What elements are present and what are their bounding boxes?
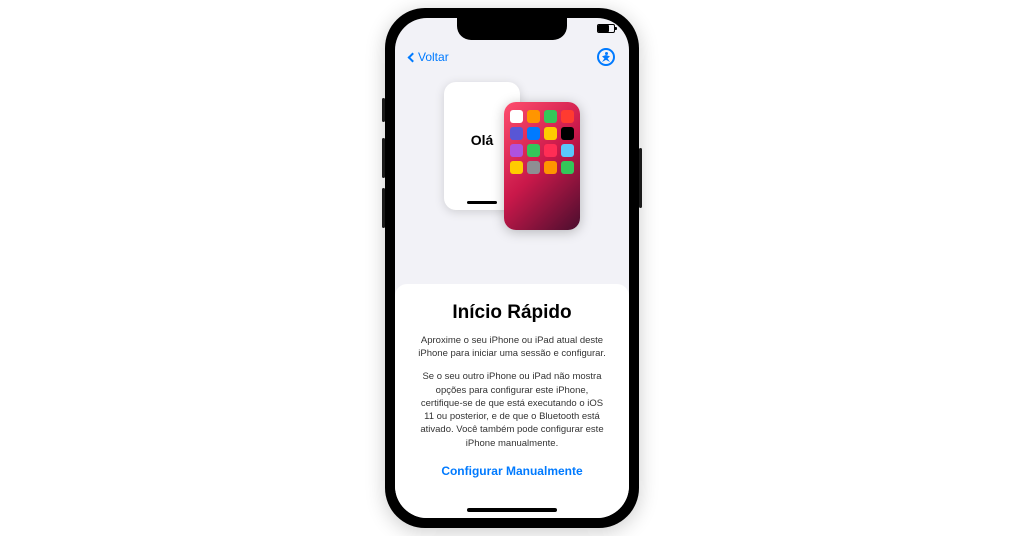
- app-icon: [510, 127, 523, 140]
- back-button[interactable]: Voltar: [409, 50, 449, 64]
- app-icon: [561, 144, 574, 157]
- notch: [457, 18, 567, 40]
- chevron-left-icon: [408, 52, 418, 62]
- status-bar: [597, 24, 615, 33]
- page-title: Início Rápido: [411, 302, 613, 324]
- app-icon: [561, 110, 574, 123]
- app-icon: [544, 161, 557, 174]
- phone-device-frame: Voltar Olá Início Rápido Aproxime o seu …: [385, 8, 639, 528]
- mini-home-indicator: [467, 201, 497, 204]
- app-icon: [544, 127, 557, 140]
- app-icon: [510, 161, 523, 174]
- app-icon: [544, 144, 557, 157]
- app-icon: [510, 144, 523, 157]
- battery-icon: [597, 24, 615, 33]
- app-icon: [561, 161, 574, 174]
- phone-screen: Voltar Olá Início Rápido Aproxime o seu …: [395, 18, 629, 518]
- app-icon: [544, 110, 557, 123]
- illustration-area: Olá: [395, 72, 629, 217]
- accessibility-button[interactable]: [597, 48, 615, 66]
- illustration-phone-old: [504, 102, 580, 230]
- power-button: [639, 148, 642, 208]
- app-icon: [510, 110, 523, 123]
- description-1: Aproxime o seu iPhone ou iPad atual dest…: [411, 334, 613, 361]
- volume-down-button: [382, 188, 385, 228]
- silent-switch: [382, 98, 385, 122]
- content-sheet: Início Rápido Aproxime o seu iPhone ou i…: [395, 284, 629, 518]
- app-icon: [527, 127, 540, 140]
- volume-up-button: [382, 138, 385, 178]
- battery-level: [598, 25, 609, 32]
- app-icon: [527, 144, 540, 157]
- app-grid: [504, 102, 580, 182]
- app-icon: [527, 110, 540, 123]
- description-2: Se o seu outro iPhone ou iPad não mostra…: [411, 370, 613, 450]
- back-label: Voltar: [418, 50, 449, 64]
- app-icon: [561, 127, 574, 140]
- configure-manually-link[interactable]: Configurar Manualmente: [411, 464, 613, 478]
- app-icon: [527, 161, 540, 174]
- home-indicator[interactable]: [467, 508, 557, 512]
